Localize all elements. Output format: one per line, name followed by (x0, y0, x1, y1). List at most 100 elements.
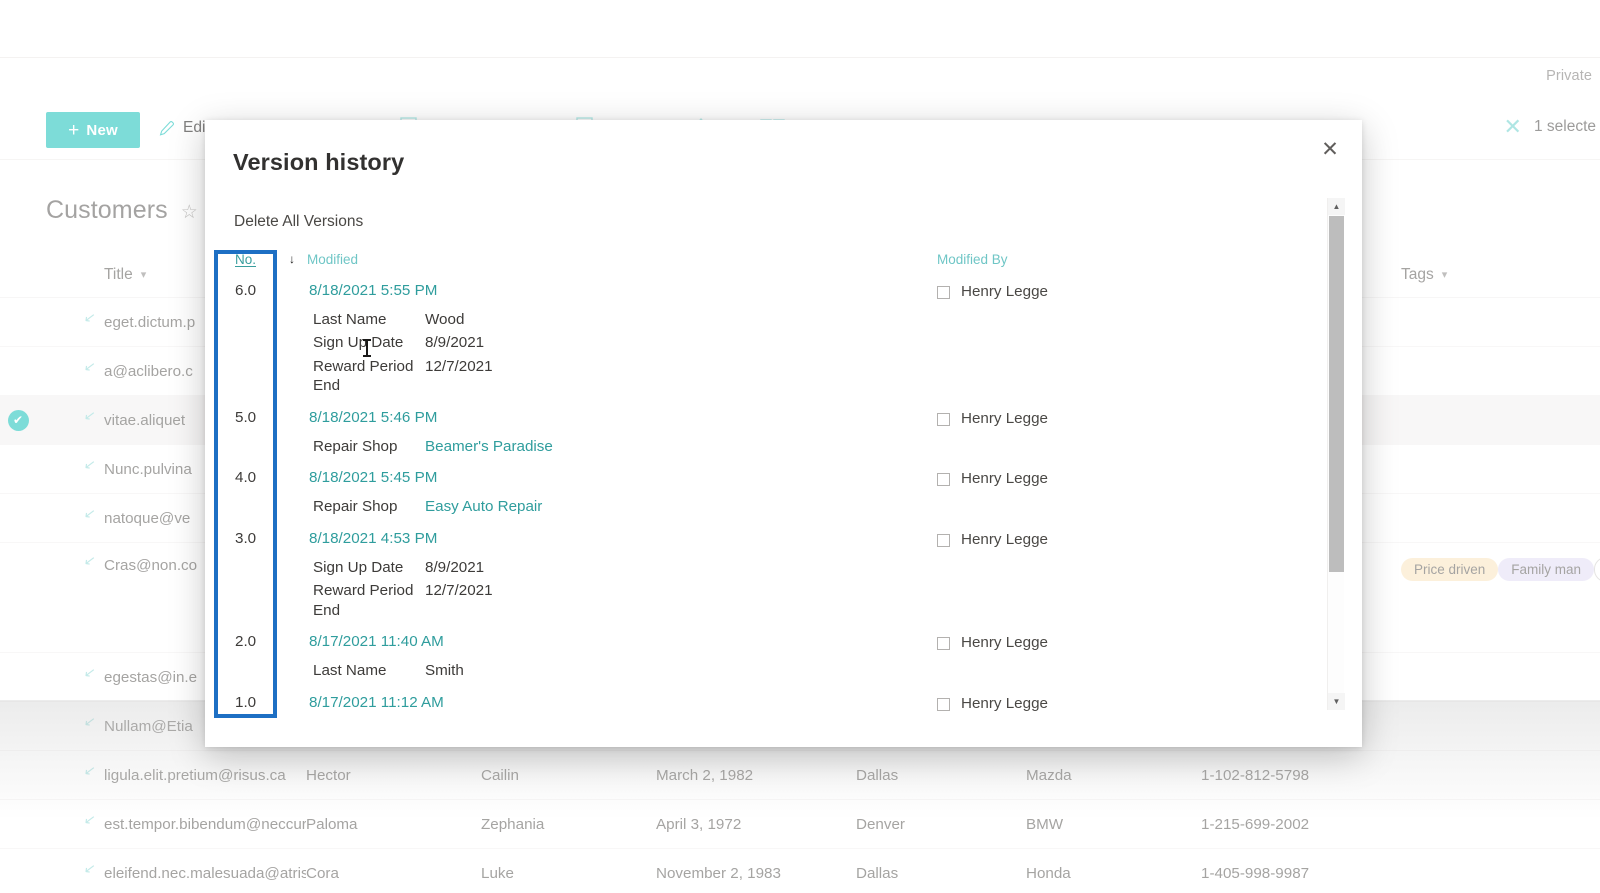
version-change: Last Name Smith (307, 659, 937, 682)
cell-city: Dallas (856, 766, 899, 784)
new-button[interactable]: + New (46, 112, 140, 148)
change-field-name: Repair Shop (313, 437, 398, 455)
cell-last-name: Luke (481, 864, 514, 882)
check-icon: ✔ (7, 409, 29, 431)
scrollbar-thumb[interactable] (1329, 216, 1344, 572)
selection-status[interactable]: ✕ 1 selecte (1504, 116, 1596, 138)
column-header-modified[interactable]: Modified (307, 252, 937, 278)
cell-title-text: vitae.aliquet (104, 411, 186, 429)
link-arrow-icon: ↙ (83, 864, 97, 877)
version-change: Last Name Wood (307, 308, 937, 331)
version-detail-column: 8/18/2021 5:55 PM Last Name Wood Sign Up Da… (307, 278, 937, 405)
version-detail-column: 8/17/2021 11:12 AM (307, 690, 937, 720)
column-header-title-label: Title (104, 265, 133, 283)
caret-up-icon[interactable]: ▲ (1328, 198, 1345, 215)
delete-all-versions-link[interactable]: Delete All Versions (234, 213, 363, 231)
dialog-title: Version history (233, 149, 405, 175)
version-modified-date[interactable]: 8/18/2021 5:55 PM (307, 278, 937, 301)
cell-title[interactable]: ↙ ligula.elit.pretium@risus.ca (46, 767, 306, 784)
version-checkbox[interactable] (937, 473, 950, 487)
version-checkbox[interactable] (937, 412, 950, 426)
cell-first-name: Hector (306, 766, 351, 784)
table-row[interactable]: ↙ eleifend.nec.malesuada@atrisus.caCora Lu… (0, 849, 1600, 893)
link-arrow-icon: ↙ (83, 460, 97, 473)
dialog-scrollbar[interactable]: ▲ ▼ (1327, 198, 1345, 710)
version-checkbox[interactable] (937, 637, 950, 651)
chevron-down-icon: ▾ (140, 269, 147, 281)
column-header-no[interactable]: No. ↓ (235, 252, 307, 278)
cell-title[interactable]: ↙ est.tempor.bibendum@neccursusa.com (46, 816, 306, 833)
change-field-value[interactable]: Easy Auto Repair (425, 497, 542, 516)
cell-car: Mazda (1026, 766, 1072, 784)
close-icon: ✕ (1321, 137, 1339, 161)
column-header-tags-label: Tags (1401, 265, 1434, 283)
modified-by-cell: Henry Legge (937, 629, 1325, 689)
cell-title-text: egestas@in.e (104, 668, 198, 686)
change-field-value: 12/7/2021 (425, 357, 493, 375)
version-row[interactable]: 6.0 8/18/2021 5:55 PM Last Name Wood Sign Up… (235, 278, 1325, 405)
version-change: Repair Shop Beamer's Paradise (307, 435, 937, 458)
version-modified-date[interactable]: 8/18/2021 4:53 PM (307, 526, 937, 549)
modified-by-name: Henry Legge (961, 634, 1048, 652)
change-field-name: Last Name (313, 311, 387, 328)
site-top-bar (0, 0, 1600, 58)
version-checkbox[interactable] (937, 533, 950, 547)
cell-title-text: ligula.elit.pretium@risus.ca (104, 766, 286, 784)
cell-city: Dallas (856, 864, 899, 882)
modified-by-name: Henry Legge (961, 283, 1048, 300)
version-row[interactable]: 4.0 8/18/2021 5:45 PM Repair Shop Easy Auto… (235, 465, 1325, 525)
list-name: Customers (46, 196, 168, 224)
version-modified-date[interactable]: 8/17/2021 11:12 AM (307, 690, 937, 713)
close-icon[interactable]: ✕ (1504, 116, 1522, 138)
change-field-value: Wood (425, 311, 465, 328)
version-checkbox[interactable] (937, 286, 950, 299)
caret-down-icon[interactable]: ▼ (1328, 693, 1345, 710)
version-number: 4.0 (235, 469, 257, 487)
version-row[interactable]: 3.0 8/18/2021 4:53 PM Sign Up Date 8/9/2021… (235, 526, 1325, 629)
cell-title[interactable]: ↙ eleifend.nec.malesuada@atrisus.ca (46, 865, 306, 882)
version-modified-date[interactable]: 8/17/2021 11:40 AM (307, 629, 937, 652)
column-header-tags[interactable]: Tags ▾ (1401, 266, 1600, 284)
version-number: 5.0 (235, 408, 257, 426)
edit-button[interactable]: Edi (158, 119, 205, 137)
version-change: Sign Up Date 8/9/2021 (307, 331, 937, 354)
version-checkbox[interactable] (937, 697, 950, 711)
modified-by-cell: Henry Legge (937, 690, 1325, 720)
version-row[interactable]: 1.0 8/17/2021 11:12 AM Henry Legge (235, 690, 1325, 720)
link-arrow-icon: ↙ (83, 313, 97, 326)
star-icon[interactable]: ☆ (181, 201, 198, 224)
table-row[interactable]: ↙ ligula.elit.pretium@risus.ca Hector Caili… (0, 751, 1600, 800)
version-modified-date[interactable]: 8/18/2021 5:45 PM (307, 465, 937, 488)
privacy-label: Private (1546, 68, 1592, 84)
modified-by-name: Henry Legge (961, 694, 1048, 712)
version-number: 2.0 (235, 633, 257, 651)
chevron-down-icon: ▾ (1441, 269, 1448, 281)
cell-phone: 1-405-998-9987 (1201, 864, 1310, 882)
version-detail-column: 8/18/2021 5:45 PM Repair Shop Easy Auto Re… (307, 465, 937, 525)
version-change: Sign Up Date 8/9/2021 (307, 556, 937, 579)
column-header-modified-by[interactable]: Modified By (937, 252, 1325, 278)
edit-button-label: Edi (183, 119, 206, 136)
table-row[interactable]: ↙ est.tempor.bibendum@neccursusa.comPalom… (0, 800, 1600, 849)
row-select-checkbox[interactable]: ✔ (0, 409, 46, 431)
version-modified-date[interactable]: 8/18/2021 5:46 PM (307, 405, 937, 428)
version-history-table: No. ↓ Modified Modified By 6.0 8/18/2021 … (235, 252, 1325, 720)
version-change: Reward Period End 12/7/2021 (307, 355, 937, 398)
cell-tags: Price drivenFamily manAccessories (1401, 557, 1600, 588)
dialog-close-button[interactable]: ✕ (1311, 130, 1349, 168)
version-number: 6.0 (235, 282, 257, 299)
cell-car: Honda (1026, 864, 1071, 882)
version-row[interactable]: 5.0 8/18/2021 5:46 PM Repair Shop Beamer's … (235, 405, 1325, 465)
version-row[interactable]: 2.0 8/17/2021 11:40 AM Last Name Smith Henry… (235, 629, 1325, 689)
link-arrow-icon: ↙ (83, 815, 97, 828)
change-field-value[interactable]: Beamer's Paradise (425, 437, 553, 456)
tag-chip: Accessories (1594, 557, 1600, 582)
selected-count-label: 1 selecte (1533, 118, 1596, 135)
